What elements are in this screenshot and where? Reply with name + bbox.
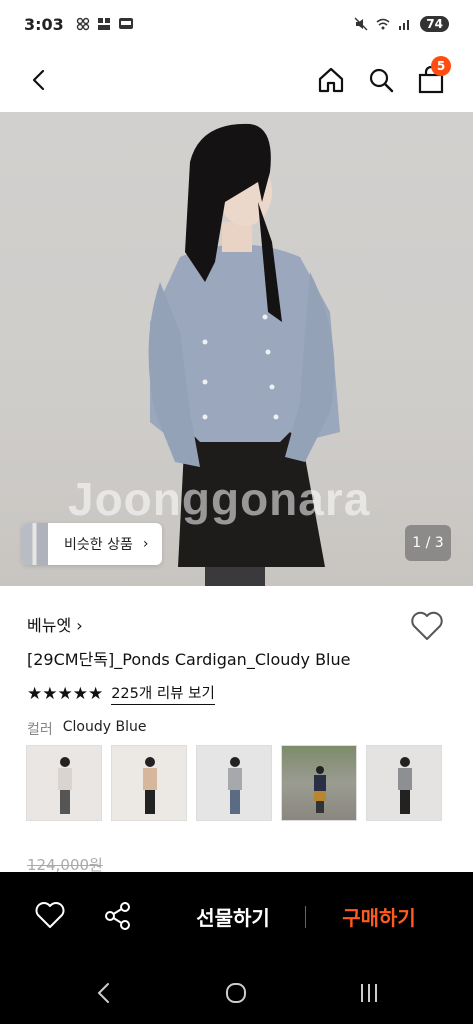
gift-button[interactable]: 선물하기 (180, 898, 286, 934)
status-notification-icons (76, 17, 134, 31)
color-label: 컬러 (27, 722, 53, 738)
system-home-button[interactable] (221, 978, 251, 1008)
heart-icon (35, 902, 65, 928)
chevron-left-icon (97, 983, 109, 1003)
share-icon (105, 902, 130, 930)
color-option-thumbnail[interactable] (26, 745, 102, 821)
brand-name: 베뉴엣 (27, 616, 72, 635)
recents-icon (361, 984, 377, 1002)
wishlist-button[interactable] (410, 610, 446, 646)
bottom-wishlist-button[interactable] (34, 900, 66, 932)
thumbnail-figure (228, 757, 242, 814)
chevron-right-icon: › (76, 616, 83, 635)
chevron-left-icon (32, 69, 45, 91)
similar-products-thumbnail (22, 523, 48, 565)
webtoon-notification-icon (118, 18, 133, 29)
color-option-thumbnail[interactable] (111, 745, 187, 821)
home-circle-icon (226, 983, 246, 1003)
system-navigation-bar (0, 960, 473, 1024)
home-button[interactable] (311, 60, 351, 100)
search-icon (369, 68, 394, 93)
color-value: Cloudy Blue (62, 719, 147, 735)
purchase-action-bar: 선물하기 구매하기 (0, 872, 473, 960)
back-button[interactable] (20, 60, 60, 100)
thumbnail-figure (314, 766, 326, 813)
product-title: [29CM단독]_Ponds Cardigan_Cloudy Blue (27, 650, 351, 669)
star-rating: ★★★★★ (27, 683, 104, 704)
color-row: 컬러 Cloudy Blue (27, 719, 146, 739)
buy-button[interactable]: 구매하기 (326, 898, 432, 934)
color-option-thumbnail[interactable] (366, 745, 442, 821)
system-recents-button[interactable] (354, 978, 384, 1008)
wifi-icon (376, 18, 390, 30)
system-back-button[interactable] (89, 978, 119, 1008)
status-system-icons: 74 (354, 16, 449, 32)
image-pager: 1 / 3 (405, 525, 451, 561)
app-notification-icon (76, 17, 89, 31)
brand-link[interactable]: 베뉴엣 › (27, 612, 83, 636)
thumbnail-figure (143, 757, 157, 814)
cart-button[interactable]: 5 (411, 56, 451, 100)
search-button[interactable] (361, 60, 401, 100)
chevron-right-icon: › (142, 536, 149, 552)
color-options (26, 745, 442, 821)
color-option-thumbnail[interactable] (281, 745, 357, 821)
status-bar: 3:03 74 (0, 0, 473, 48)
top-navigation: 5 (0, 48, 473, 112)
thumbnail-figure (58, 757, 72, 814)
share-button[interactable] (102, 900, 134, 932)
similar-products-label: 비슷한 상품 (64, 537, 133, 553)
similar-products-button[interactable]: 비슷한 상품 › (22, 523, 163, 565)
mute-icon (354, 17, 368, 31)
battery-indicator: 74 (420, 16, 449, 32)
action-divider (305, 906, 306, 928)
rating-row: ★★★★★ 225개 리뷰 보기 (27, 682, 215, 705)
heart-icon (411, 611, 443, 640)
home-icon (318, 67, 344, 93)
status-time: 3:03 (24, 14, 64, 34)
product-image-carousel[interactable]: Joonggonara 비슷한 상품 › 1 / 3 (0, 112, 473, 586)
review-link[interactable]: 225개 리뷰 보기 (111, 682, 215, 705)
grid-notification-icon (97, 18, 110, 30)
thumbnail-figure (398, 757, 412, 814)
watermark-text: Joonggonara (68, 473, 371, 525)
cart-count-badge: 5 (431, 56, 451, 76)
signal-icon (399, 20, 410, 30)
color-option-thumbnail[interactable] (196, 745, 272, 821)
